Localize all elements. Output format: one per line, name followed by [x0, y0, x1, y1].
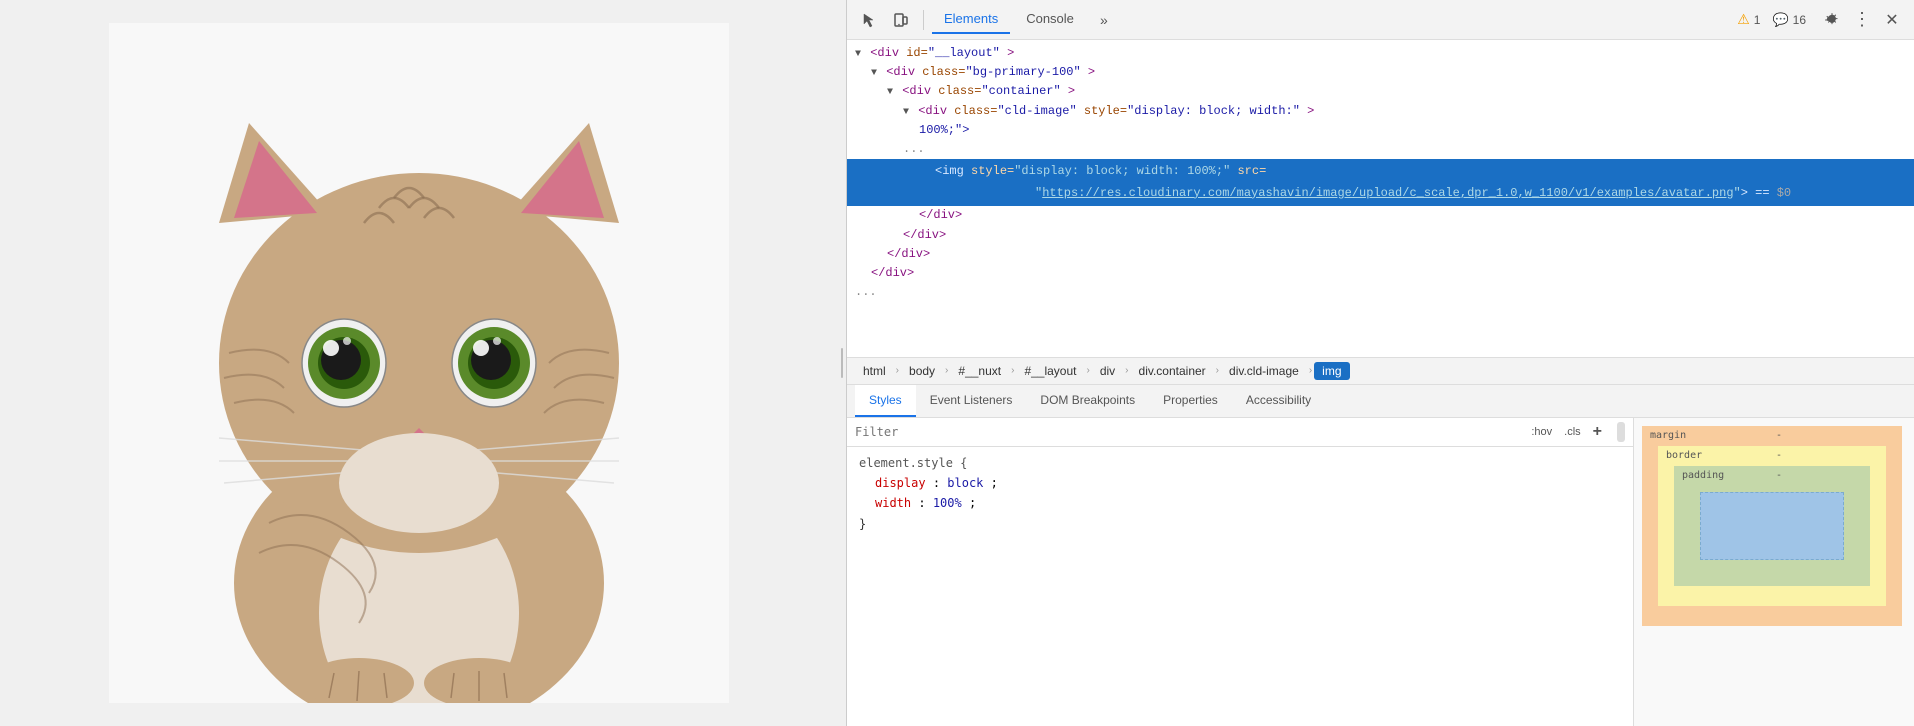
elements-panel: <div id="__layout" > <div class="bg-prim… [847, 40, 1914, 726]
warning-icon: ⚠ [1737, 11, 1750, 28]
styles-panel: :hov .cls + element.style { display : bl… [847, 418, 1914, 726]
more-tabs-button[interactable]: » [1090, 6, 1118, 34]
styles-filter-bar: :hov .cls + [847, 418, 1633, 447]
devtools-panel: Elements Console » ⚠ 1 💬 16 ⋮ ✕ <div [846, 0, 1914, 726]
breadcrumb-nuxt[interactable]: #__nuxt [950, 362, 1009, 380]
cls-filter-button[interactable]: .cls [1561, 425, 1584, 439]
breadcrumb-html[interactable]: html [855, 362, 894, 380]
tree-line[interactable]: <div class="container" > [847, 82, 1914, 101]
tree-line[interactable]: <div class="bg-primary-100" > [847, 63, 1914, 82]
toolbar-separator-1 [923, 10, 924, 30]
breadcrumb-div[interactable]: div [1092, 362, 1123, 380]
border-label: border [1666, 450, 1702, 461]
bottom-tabs: Styles Event Listeners DOM Breakpoints P… [847, 385, 1914, 418]
console-tab[interactable]: Console [1014, 5, 1086, 34]
triangle-icon[interactable] [887, 85, 893, 101]
breadcrumb-layout[interactable]: #__layout [1016, 362, 1084, 380]
breadcrumb-sep: › [1123, 365, 1130, 376]
margin-label: margin [1650, 430, 1686, 441]
triangle-icon[interactable] [855, 47, 861, 63]
padding-value: - [1776, 470, 1782, 481]
tree-line-dots[interactable]: ... [847, 283, 1914, 302]
breadcrumb-sep: › [1214, 365, 1221, 376]
cat-image [109, 23, 729, 703]
warning-count: 1 [1754, 13, 1761, 27]
element-style-block: element.style { display : block ; width … [847, 447, 1633, 541]
close-devtools-button[interactable]: ✕ [1878, 6, 1906, 34]
message-icon: 💬 [1772, 12, 1788, 28]
event-listeners-tab[interactable]: Event Listeners [916, 385, 1027, 417]
more-options-button[interactable]: ⋮ [1850, 8, 1874, 32]
triangle-icon[interactable] [871, 66, 877, 82]
img-src-link[interactable]: https://res.cloudinary.com/mayashavin/im… [1042, 186, 1733, 200]
box-model-panel: margin - border - padding - [1634, 418, 1914, 726]
styles-tab[interactable]: Styles [855, 385, 916, 417]
devtools-toolbar: Elements Console » ⚠ 1 💬 16 ⋮ ✕ [847, 0, 1914, 40]
breadcrumb-sep: › [1307, 365, 1314, 376]
message-badge: 💬 16 [1772, 12, 1806, 28]
breadcrumb-body[interactable]: body [901, 362, 943, 380]
breadcrumb-bar: html › body › #__nuxt › #__layout › div … [847, 357, 1914, 385]
breadcrumb-div-cld-image[interactable]: div.cld-image [1221, 362, 1307, 380]
triangle-icon[interactable] [903, 105, 909, 121]
warning-badge: ⚠ 1 [1737, 11, 1760, 28]
left-panel [0, 0, 838, 726]
breadcrumb-sep: › [1009, 365, 1016, 376]
device-toolbar-button[interactable] [887, 6, 915, 34]
breadcrumb-img[interactable]: img [1314, 362, 1349, 380]
border-value: - [1776, 450, 1782, 461]
breadcrumb-sep: › [894, 365, 901, 376]
settings-button[interactable] [1818, 6, 1846, 34]
tree-line[interactable]: </div> [847, 264, 1914, 283]
scroll-indicator [1617, 422, 1625, 442]
styles-left: :hov .cls + element.style { display : bl… [847, 418, 1634, 726]
message-count: 16 [1793, 13, 1806, 27]
img-tree-line[interactable]: <img style="display: block; width: 100%;… [847, 159, 1914, 206]
tree-line[interactable]: </div> [847, 245, 1914, 264]
tree-line[interactable]: </div> [847, 206, 1914, 225]
tree-line[interactable]: </div> [847, 226, 1914, 245]
ellipsis-dots: ... [903, 142, 925, 156]
inspect-element-button[interactable] [855, 6, 883, 34]
dom-breakpoints-tab[interactable]: DOM Breakpoints [1026, 385, 1149, 417]
properties-tab[interactable]: Properties [1149, 385, 1232, 417]
box-model-diagram: margin - border - padding - [1642, 426, 1902, 626]
tree-line[interactable]: 100%;"> [847, 121, 1914, 140]
tree-line[interactable]: <div id="__layout" > [847, 44, 1914, 63]
accessibility-tab[interactable]: Accessibility [1232, 385, 1325, 417]
filter-actions: :hov .cls + [1528, 422, 1605, 442]
tree-line[interactable]: <div class="cld-image" style="display: b… [847, 102, 1914, 121]
padding-label: padding [1682, 470, 1724, 481]
ellipsis-line[interactable]: ... [847, 140, 1914, 159]
resize-handle[interactable] [838, 0, 846, 726]
breadcrumb-sep: › [943, 365, 950, 376]
content-box [1700, 492, 1844, 560]
breadcrumb-div-container[interactable]: div.container [1131, 362, 1214, 380]
html-tree[interactable]: <div id="__layout" > <div class="bg-prim… [847, 40, 1914, 357]
elements-tab[interactable]: Elements [932, 5, 1010, 34]
margin-value-top: - [1776, 430, 1782, 441]
styles-filter-input[interactable] [855, 425, 1520, 439]
breadcrumb-sep: › [1084, 365, 1091, 376]
add-style-button[interactable]: + [1590, 422, 1605, 442]
hov-filter-button[interactable]: :hov [1528, 425, 1555, 439]
